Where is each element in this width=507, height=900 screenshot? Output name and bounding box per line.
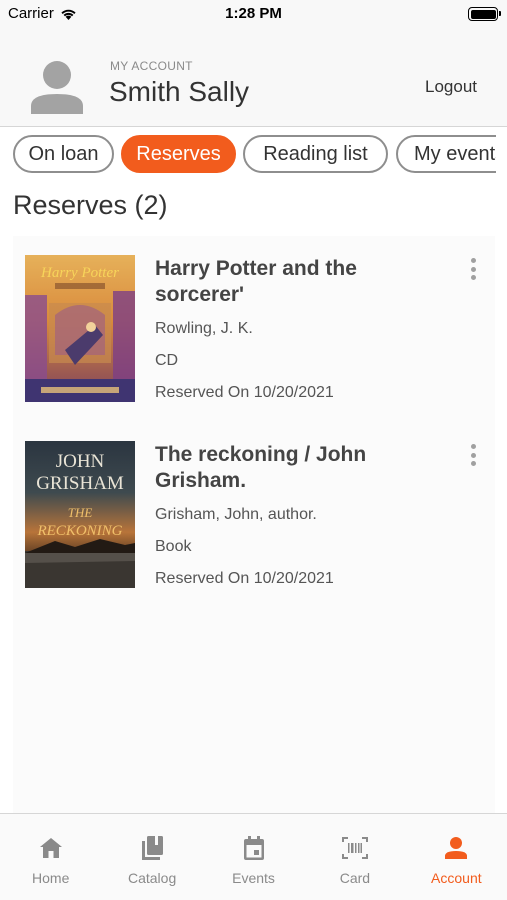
- more-options-icon[interactable]: [469, 258, 477, 284]
- bottom-nav: Home Catalog Events Card Account: [0, 813, 507, 900]
- barcode-icon: [341, 837, 368, 859]
- cover-title-reckoning: RECKONING: [36, 523, 122, 539]
- item-title[interactable]: Harry Potter and the sorcerer': [155, 256, 375, 308]
- nav-label: Account: [431, 870, 482, 886]
- tab-reserves[interactable]: Reserves: [121, 135, 236, 173]
- more-options-icon[interactable]: [469, 444, 477, 470]
- cover-author-first: JOHN: [56, 451, 105, 472]
- tab-on-loan[interactable]: On loan: [13, 135, 114, 173]
- account-tabs: On loan Reserves Reading list My events: [0, 135, 496, 175]
- home-icon: [39, 838, 62, 858]
- nav-item-card[interactable]: Card: [304, 814, 405, 900]
- nav-label: Card: [339, 870, 371, 886]
- item-format: CD: [155, 352, 179, 369]
- list-item[interactable]: Harry Potter Harry Potter and the sorcer…: [13, 236, 495, 416]
- nav-item-events[interactable]: Events: [203, 814, 304, 900]
- item-reserved-date: Reserved On 10/20/2021: [155, 570, 334, 587]
- item-title[interactable]: The reckoning / John Grisham.: [155, 442, 375, 494]
- calendar-icon: [243, 836, 264, 860]
- avatar-icon: [31, 61, 83, 114]
- book-cover-image: Harry Potter: [25, 255, 135, 402]
- tab-my-events[interactable]: My events: [396, 135, 496, 173]
- item-format: Book: [155, 538, 192, 555]
- account-kicker: MY ACCOUNT: [110, 59, 193, 73]
- cover-title-text: Harry Potter: [40, 265, 119, 281]
- item-reserved-date: Reserved On 10/20/2021: [155, 384, 334, 401]
- logout-button[interactable]: Logout: [425, 77, 477, 97]
- catalog-icon: [142, 836, 164, 860]
- nav-item-home[interactable]: Home: [0, 814, 101, 900]
- cover-title-the: THE: [68, 505, 93, 520]
- account-header: MY ACCOUNT Smith Sally Logout: [0, 28, 507, 127]
- book-cover-image: JOHN GRISHAM THE RECKONING: [25, 441, 135, 588]
- nav-label: Events: [232, 870, 275, 886]
- account-name: Smith Sally: [109, 76, 250, 107]
- nav-label: Home: [32, 870, 70, 886]
- battery-icon: [468, 7, 501, 21]
- section-title: Reserves (2): [13, 190, 168, 220]
- item-author: Rowling, J. K.: [155, 320, 253, 337]
- nav-label: Catalog: [127, 870, 177, 886]
- cover-author-last: GRISHAM: [36, 473, 124, 494]
- nav-item-catalog[interactable]: Catalog: [101, 814, 202, 900]
- tab-reading-list[interactable]: Reading list: [243, 135, 388, 173]
- reserves-list: Harry Potter Harry Potter and the sorcer…: [13, 236, 495, 814]
- item-author: Grisham, John, author.: [155, 506, 317, 523]
- status-time: 1:28 PM: [225, 5, 282, 22]
- list-item[interactable]: JOHN GRISHAM THE RECKONING The reckoning…: [13, 422, 495, 602]
- status-bar: Carrier 1:28 PM: [0, 0, 507, 28]
- person-icon: [445, 837, 468, 859]
- nav-item-account[interactable]: Account: [406, 814, 507, 900]
